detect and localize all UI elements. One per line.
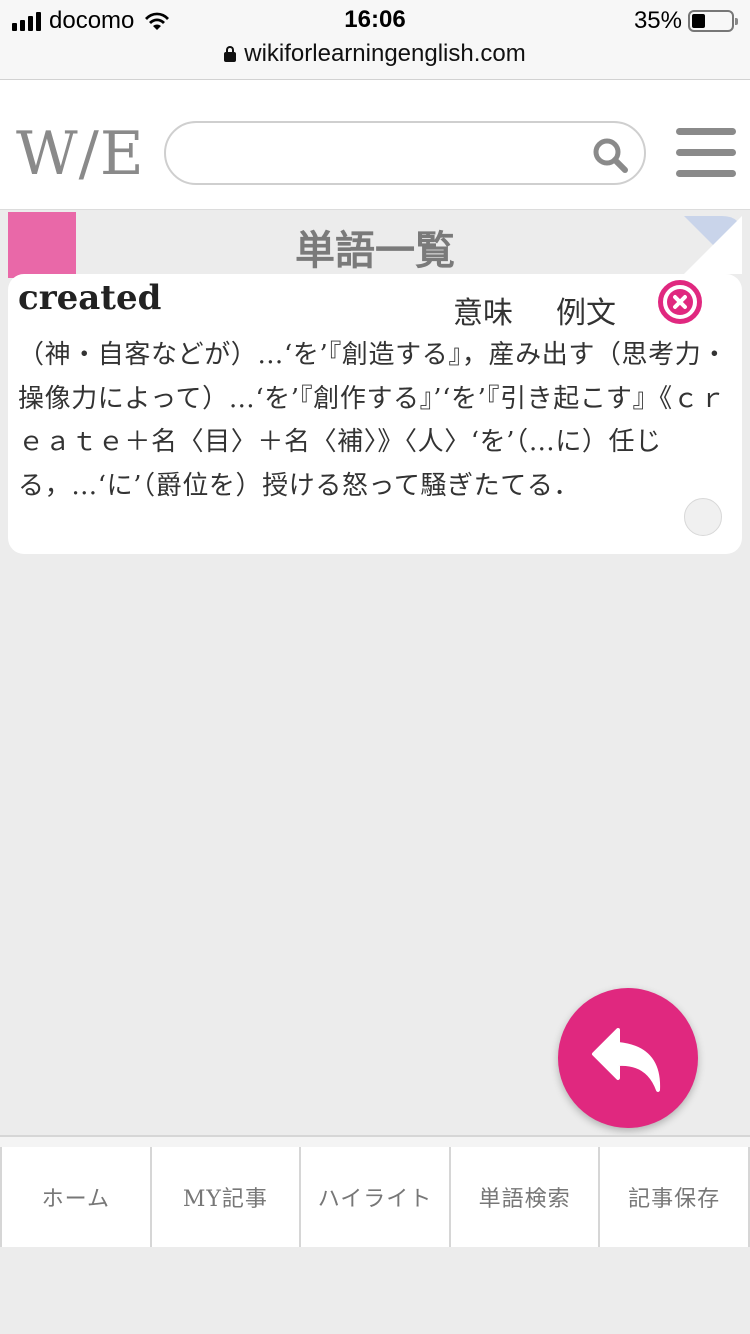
section-title: 単語一覧: [295, 227, 455, 274]
tab-meaning[interactable]: 意味: [453, 288, 513, 332]
hamburger-menu-icon[interactable]: [676, 128, 736, 178]
page-fold-icon: [684, 216, 742, 274]
url-bar[interactable]: wikiforlearningenglish.com: [0, 40, 750, 68]
bottom-navigation: ホーム MY記事 ハイライト 単語検索 記事保存: [0, 1135, 750, 1247]
nav-my-articles[interactable]: MY記事: [151, 1147, 302, 1247]
site-logo[interactable]: W/E: [16, 124, 145, 184]
search-icon[interactable]: [592, 137, 628, 173]
delete-word-button[interactable]: [658, 280, 702, 324]
battery-percent: 35%: [633, 7, 682, 34]
reply-arrow-icon: [592, 1028, 661, 1092]
word-definition: （神・自客などが）…‘を’『創造する』，産み出す（思考力・操像力によって）…‘を…: [18, 340, 728, 501]
status-right: 35%: [633, 7, 738, 34]
close-icon: [667, 289, 693, 315]
select-radio[interactable]: [684, 498, 722, 536]
url-text: wikiforlearningenglish.com: [244, 40, 526, 67]
battery-icon: [688, 10, 738, 32]
word-card: created 意味 例文 （神・自客などが）…‘を’『創造する』，産み出す（思…: [8, 274, 742, 554]
lock-icon: [224, 46, 237, 62]
search-box[interactable]: [164, 121, 646, 185]
tab-example[interactable]: 例文: [556, 288, 616, 332]
word-title: created: [18, 278, 162, 318]
pink-marker: [8, 212, 76, 278]
nav-home[interactable]: ホーム: [0, 1147, 152, 1247]
nav-word-search[interactable]: 単語検索: [450, 1147, 601, 1247]
back-button[interactable]: [558, 988, 698, 1128]
search-input[interactable]: [186, 133, 586, 173]
nav-save-article[interactable]: 記事保存: [600, 1147, 750, 1247]
nav-highlights[interactable]: ハイライト: [301, 1147, 451, 1247]
status-bar: docomo 16:06 35% wikiforlearningenglish.…: [0, 0, 750, 80]
site-header: W/E: [0, 80, 750, 210]
section-header: 単語一覧: [8, 212, 742, 278]
